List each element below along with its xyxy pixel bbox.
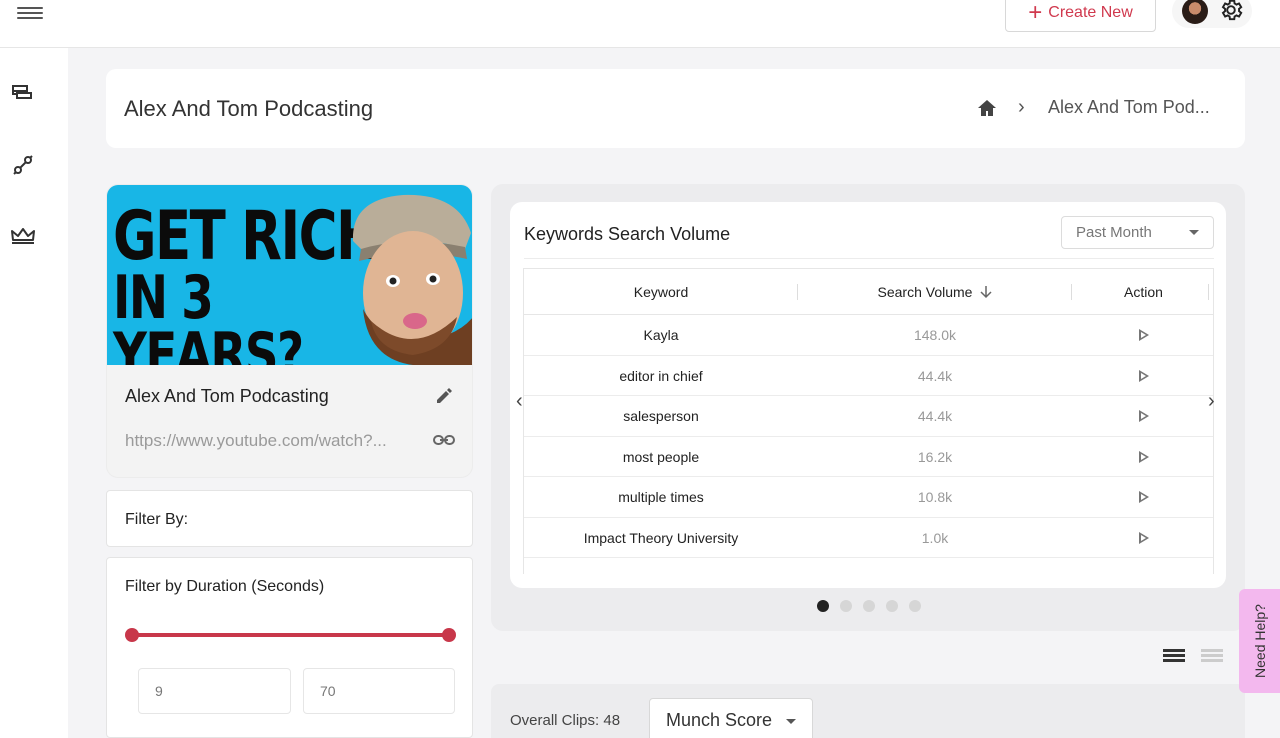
period-select[interactable]: Past Month bbox=[1061, 216, 1214, 249]
keyword-cell: multiple times bbox=[618, 489, 704, 505]
column-keyword[interactable]: Keyword bbox=[524, 269, 798, 315]
action-cell bbox=[1072, 518, 1213, 558]
column-separator[interactable] bbox=[1071, 284, 1072, 300]
compact-view-icon[interactable] bbox=[1201, 649, 1223, 667]
presenter-image bbox=[352, 194, 472, 365]
hamburger-icon[interactable] bbox=[17, 4, 43, 22]
keywords-card: Keywords Search Volume Past Month Keywor… bbox=[510, 202, 1226, 588]
top-bar: + Create New bbox=[0, 0, 1280, 48]
duration-slider-track[interactable] bbox=[131, 633, 449, 637]
table-row: Kayla 148.0k bbox=[524, 315, 1213, 356]
keyword-cell: salesperson bbox=[623, 408, 699, 424]
action-cell bbox=[1072, 396, 1213, 436]
column-search-volume[interactable]: Search Volume bbox=[798, 269, 1072, 315]
carousel-dots bbox=[817, 600, 921, 612]
chevron-left-icon[interactable]: ‹ bbox=[516, 390, 523, 413]
need-help-label: Need Help? bbox=[1251, 604, 1268, 678]
table-row: most people 16.2k bbox=[524, 437, 1213, 477]
table-row: multiple times 10.8k bbox=[524, 477, 1213, 518]
duration-max-input[interactable]: 70 bbox=[303, 668, 455, 714]
integrations-icon[interactable] bbox=[8, 150, 38, 180]
slider-min-handle[interactable] bbox=[125, 628, 139, 642]
duration-min-input[interactable]: 9 bbox=[138, 668, 291, 714]
need-help-tab[interactable]: Need Help? bbox=[1239, 589, 1280, 693]
volume-cell: 44.4k bbox=[917, 367, 953, 384]
plus-icon: + bbox=[1028, 0, 1043, 26]
filter-by-label: Filter By: bbox=[125, 511, 189, 528]
duration-title: Filter by Duration (Seconds) bbox=[125, 578, 325, 595]
overall-clips-count: Overall Clips: 48 bbox=[510, 712, 621, 729]
keywords-title: Keywords Search Volume bbox=[524, 224, 731, 244]
sort-value: Munch Score bbox=[666, 709, 773, 730]
keyword-cell: Impact Theory University bbox=[583, 529, 739, 546]
volume-cell: 44.4k bbox=[917, 408, 953, 424]
volume-cell: 16.2k bbox=[917, 448, 953, 465]
volume-cell: 148.0k bbox=[913, 327, 957, 343]
keywords-table: Keyword Search Volume Action Kayla 148.0k… bbox=[523, 268, 1214, 574]
action-cell bbox=[1072, 477, 1213, 517]
page-title: Alex And Tom Podcasting bbox=[124, 96, 374, 121]
slider-max-handle[interactable] bbox=[442, 628, 456, 642]
keywords-panel: Keywords Search Volume Past Month Keywor… bbox=[491, 184, 1245, 631]
list-view-icon[interactable] bbox=[1163, 649, 1185, 667]
keyword-cell: editor in chief bbox=[619, 367, 703, 384]
link-icon[interactable] bbox=[433, 433, 455, 447]
crown-icon[interactable] bbox=[8, 222, 38, 252]
breadcrumb-current: Alex And Tom Pod... bbox=[1048, 97, 1210, 117]
carousel-dot[interactable] bbox=[863, 600, 875, 612]
volume-cell: 10.8k bbox=[917, 489, 953, 505]
table-row: editor in chief 44.4k bbox=[524, 356, 1213, 396]
projects-icon[interactable] bbox=[8, 78, 38, 108]
play-icon[interactable] bbox=[1138, 531, 1149, 544]
play-icon[interactable] bbox=[1138, 491, 1149, 503]
action-cell bbox=[1072, 356, 1213, 396]
carousel-dot[interactable] bbox=[840, 600, 852, 612]
table-header: Keyword Search Volume Action bbox=[524, 269, 1213, 315]
video-thumbnail[interactable]: GET RICH IN 3 YEARS? bbox=[107, 185, 472, 365]
create-new-label: Create New bbox=[1048, 4, 1133, 21]
caret-down-icon bbox=[1189, 230, 1199, 235]
keyword-cell: most people bbox=[622, 448, 700, 465]
sort-select[interactable]: Munch Score bbox=[649, 698, 813, 738]
play-icon[interactable] bbox=[1138, 410, 1149, 422]
table-row: Impact Theory University 1.0k bbox=[524, 518, 1213, 558]
carousel-dot[interactable] bbox=[817, 600, 829, 612]
page-header: Alex And Tom Podcasting › Alex And Tom P… bbox=[106, 69, 1245, 148]
video-title: Alex And Tom Podcasting bbox=[125, 386, 329, 406]
play-icon[interactable] bbox=[1138, 450, 1149, 463]
column-separator[interactable] bbox=[1208, 284, 1209, 300]
sidebar bbox=[0, 48, 68, 738]
clips-toolbar: Overall Clips: 48 Munch Score bbox=[491, 684, 1245, 738]
video-url[interactable]: https://www.youtube.com/watch?... bbox=[125, 431, 387, 451]
carousel-dot[interactable] bbox=[886, 600, 898, 612]
column-action: Action bbox=[1124, 284, 1163, 300]
carousel-dot[interactable] bbox=[909, 600, 921, 612]
period-value: Past Month bbox=[1076, 224, 1152, 241]
play-icon[interactable] bbox=[1138, 329, 1149, 341]
keyword-cell: Kayla bbox=[643, 327, 679, 343]
video-card: GET RICH IN 3 YEARS? Alex And Tom Podcas… bbox=[106, 184, 473, 478]
pencil-icon[interactable] bbox=[434, 386, 454, 406]
volume-cell: 1.0k bbox=[921, 529, 949, 546]
divider bbox=[524, 258, 1214, 259]
table-row: salesperson 44.4k bbox=[524, 396, 1213, 437]
create-new-button[interactable]: + Create New bbox=[1005, 0, 1156, 32]
account-menu[interactable] bbox=[1172, 0, 1252, 28]
play-icon[interactable] bbox=[1138, 369, 1149, 382]
avatar[interactable] bbox=[1182, 0, 1208, 24]
column-separator[interactable] bbox=[797, 284, 798, 300]
action-cell bbox=[1072, 437, 1213, 477]
home-icon[interactable] bbox=[976, 98, 998, 118]
duration-filter: Filter by Duration (Seconds) 9 70 bbox=[106, 557, 473, 738]
arrow-down-icon bbox=[980, 286, 992, 299]
caret-down-icon bbox=[786, 719, 796, 724]
chevron-right-icon[interactable]: › bbox=[1208, 390, 1215, 413]
chevron-right-icon: › bbox=[1018, 96, 1025, 118]
filter-by-panel[interactable]: Filter By: bbox=[106, 490, 473, 547]
action-cell bbox=[1072, 315, 1213, 355]
gear-icon[interactable] bbox=[1218, 0, 1244, 23]
